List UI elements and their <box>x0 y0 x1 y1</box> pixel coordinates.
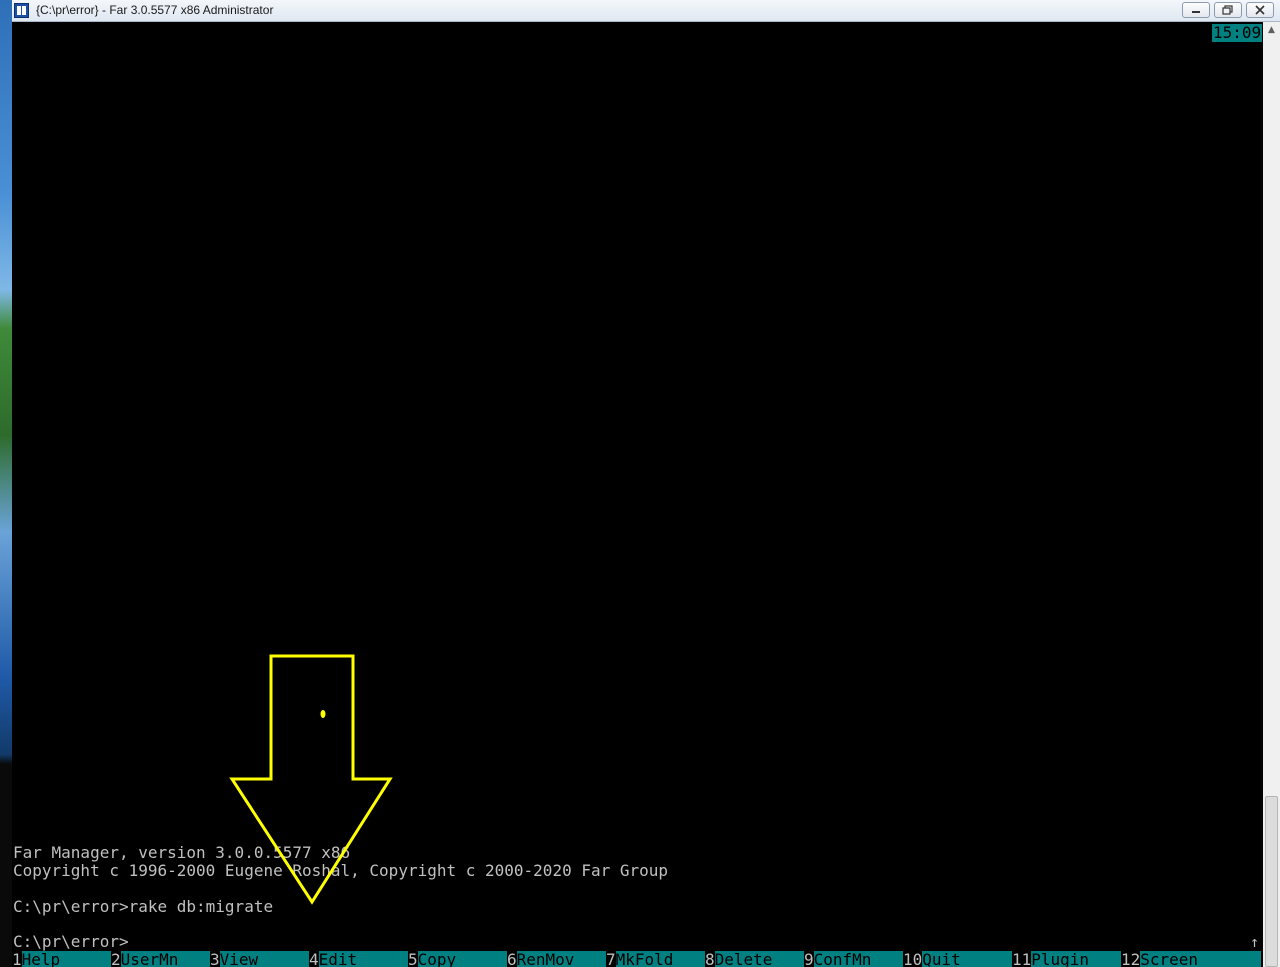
fkey-usermn[interactable]: 2 UserMn <box>111 951 210 967</box>
console-line-version: Far Manager, version 3.0.0.5577 x86 <box>13 843 351 862</box>
fkey-number: 4 <box>309 951 319 967</box>
console-line-copyright: Copyright c 1996-2000 Eugene Roshal, Cop… <box>13 861 669 880</box>
fkey-renmov[interactable]: 6 RenMov <box>507 951 606 967</box>
desktop-background <box>0 0 12 967</box>
fkey-number: 9 <box>804 951 814 967</box>
fkey-label: Screen <box>1140 951 1261 967</box>
minimize-icon <box>1192 11 1200 13</box>
fkey-number: 7 <box>606 951 616 967</box>
fkey-label: Quit <box>922 951 1012 967</box>
scroll-thumb[interactable] <box>1265 796 1278 967</box>
fkey-confmn[interactable]: 9 ConfMn <box>804 951 903 967</box>
fkey-label: RenMov <box>516 951 606 967</box>
fkey-label: MkFold <box>615 951 705 967</box>
fkey-number: 11 <box>1012 951 1032 967</box>
fkey-label: Delete <box>714 951 804 967</box>
fkey-label: Plugin <box>1031 951 1121 967</box>
command-prompt[interactable]: C:\pr\error> <box>13 933 129 951</box>
far-manager-window: {C:\pr\error} - Far 3.0.5577 x86 Adminis… <box>12 0 1280 967</box>
minimize-button[interactable] <box>1182 2 1210 18</box>
fkey-quit[interactable]: 10 Quit <box>903 951 1012 967</box>
title-bar[interactable]: {C:\pr\error} - Far 3.0.5577 x86 Adminis… <box>12 0 1280 22</box>
fkey-label: Help <box>21 951 111 967</box>
fkey-number: 8 <box>705 951 715 967</box>
fkey-plugin[interactable]: 11 Plugin <box>1012 951 1121 967</box>
fkey-label: View <box>219 951 309 967</box>
fkey-number: 2 <box>111 951 121 967</box>
fkey-label: UserMn <box>120 951 210 967</box>
close-icon <box>1255 5 1265 15</box>
fkey-copy[interactable]: 5 Copy <box>408 951 507 967</box>
fkey-edit[interactable]: 4 Edit <box>309 951 408 967</box>
close-button[interactable] <box>1246 2 1274 18</box>
far-app-icon[interactable] <box>14 3 29 18</box>
fkey-view[interactable]: 3 View <box>210 951 309 967</box>
fkey-help[interactable]: 1 Help <box>12 951 111 967</box>
window-title: {C:\pr\error} - Far 3.0.5577 x86 Adminis… <box>36 3 274 17</box>
console-line-command: C:\pr\error>rake db:migrate <box>13 897 274 916</box>
fkey-label: ConfMn <box>813 951 903 967</box>
fkey-number: 6 <box>507 951 517 967</box>
function-key-bar: 1 Help 2 UserMn 3 View 4 Edit 5 Copy 6 RenMov … <box>12 951 1262 967</box>
vertical-scrollbar[interactable]: ▲ <box>1263 22 1280 967</box>
scroll-indicator-icon: ↑ <box>1250 933 1260 951</box>
fkey-number: 1 <box>12 951 22 967</box>
fkey-delete[interactable]: 8 Delete <box>705 951 804 967</box>
restore-icon <box>1222 5 1233 15</box>
fkey-screen[interactable]: 12 Screen <box>1121 951 1261 967</box>
restore-button[interactable] <box>1214 2 1242 18</box>
clock: 15:09 <box>1212 23 1263 42</box>
fkey-label: Copy <box>417 951 507 967</box>
fkey-label: Edit <box>318 951 408 967</box>
annotation-arrow-icon <box>229 654 393 905</box>
fkey-number: 10 <box>903 951 923 967</box>
scroll-up-arrow-icon[interactable]: ▲ <box>1263 22 1280 39</box>
fkey-number: 5 <box>408 951 418 967</box>
fkey-mkfold[interactable]: 7 MkFold <box>606 951 705 967</box>
fkey-number: 3 <box>210 951 220 967</box>
fkey-number: 12 <box>1121 951 1141 967</box>
